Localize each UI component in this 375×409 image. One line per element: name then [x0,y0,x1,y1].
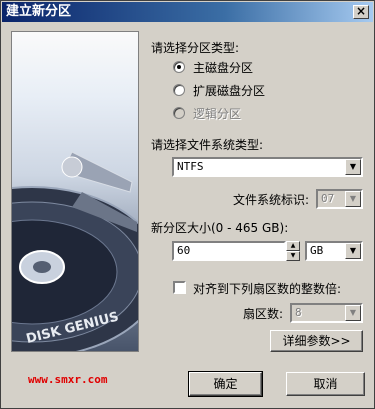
chevron-down-icon[interactable]: ▼ [345,159,361,175]
partition-type-label: 请选择分区类型: [151,41,240,55]
size-label: 新分区大小(0 - 465 GB): [151,221,289,235]
filesystem-select[interactable]: NTFS ▼ [172,157,363,177]
radio-logical-label: 逻辑分区 [193,106,242,121]
sectors-label: 扇区数: [243,307,284,321]
close-button[interactable]: × [353,5,369,19]
size-value: 60 [177,244,191,257]
disk-artwork: DISK GENIUS [11,31,139,352]
ok-button-label: 确定 [213,377,238,391]
title-bar: 建立新分区 × [2,2,373,22]
size-increment-button[interactable]: ▲ [286,241,300,251]
radio-primary[interactable]: 主磁盘分区 [173,59,253,75]
radio-extended-button[interactable] [173,84,185,96]
hard-disk-image: DISK GENIUS [12,151,138,351]
size-unit-value: GB [310,244,324,257]
size-input[interactable]: 60 [172,241,286,261]
sectors-value: 8 [295,306,302,319]
filesystem-id-select: 07 ▼ [316,189,363,209]
details-button[interactable]: 详细参数>> [270,330,363,352]
chevron-down-icon: ▼ [345,191,361,207]
align-label: 对齐到下列扇区数的整数倍: [193,282,342,296]
watermark-text: www.smxr.com [28,373,108,386]
filesystem-value: NTFS [177,160,204,173]
size-unit-select[interactable]: GB ▼ [305,241,363,261]
size-decrement-button[interactable]: ▼ [286,251,300,261]
radio-logical-button [173,107,185,119]
radio-extended[interactable]: 扩展磁盘分区 [173,82,265,98]
sectors-select: 8 ▼ [290,303,363,323]
dialog-title: 建立新分区 [6,4,72,19]
close-icon: × [355,4,367,18]
filesystem-id-value: 07 [321,192,335,205]
radio-logical: 逻辑分区 [173,105,241,121]
chevron-down-icon[interactable]: ▼ [345,243,361,259]
filesystem-id-label: 文件系统标识: [233,193,310,207]
chevron-down-icon: ▼ [345,305,361,321]
ok-button[interactable]: 确定 [188,371,263,397]
filesystem-label: 请选择文件系统类型: [151,138,264,152]
align-checkbox[interactable] [173,281,186,294]
new-partition-dialog: 建立新分区 × DISK GENIUS 请选择分区类型: 主磁盘分区 扩展磁盘分… [0,0,375,409]
radio-primary-button[interactable] [173,61,185,73]
details-button-label: 详细参数>> [282,334,351,348]
radio-extended-label: 扩展磁盘分区 [193,83,266,98]
radio-primary-label: 主磁盘分区 [193,60,254,75]
cancel-button-label: 取消 [313,377,338,391]
cancel-button[interactable]: 取消 [286,372,365,396]
